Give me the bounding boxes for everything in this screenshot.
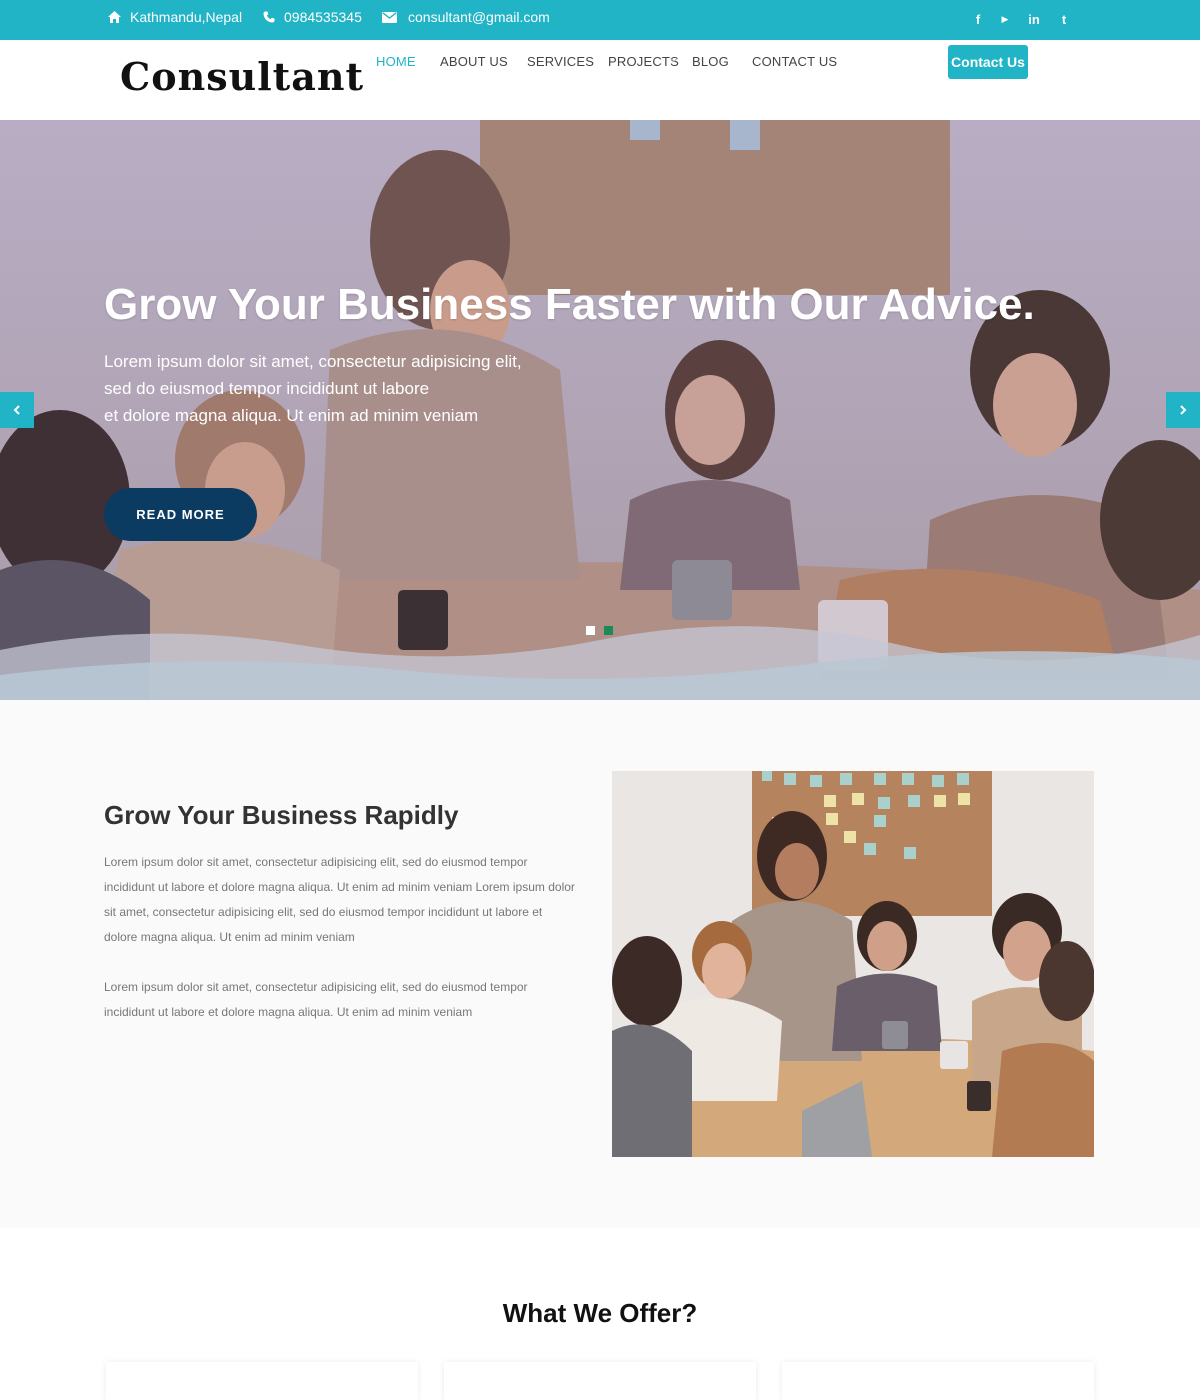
envelope-icon: [382, 11, 397, 23]
slider-dot-2[interactable]: [604, 626, 613, 635]
nav-blog[interactable]: BLOG: [692, 54, 729, 69]
team-meeting-image: [612, 771, 1094, 1157]
phone-icon: [263, 11, 275, 23]
about-paragraph-1: Lorem ipsum dolor sit amet, consectetur …: [104, 850, 592, 950]
youtube-icon[interactable]: ▶: [997, 11, 1013, 27]
hero-description-line: et dolore magna aliqua. Ut enim ad minim…: [104, 406, 479, 425]
hero-slider: Grow Your Business Faster with Our Advic…: [0, 120, 1200, 700]
nav-projects[interactable]: PROJECTS: [608, 54, 679, 69]
linkedin-icon[interactable]: in: [1026, 11, 1042, 27]
phone-text: 0984535345: [284, 9, 362, 25]
chevron-left-icon: [13, 405, 20, 415]
email-info[interactable]: consultant@gmail.com: [382, 0, 550, 34]
nav-home[interactable]: HOME: [376, 54, 416, 69]
facebook-icon[interactable]: f: [970, 11, 986, 27]
site-logo[interactable]: Consultant: [120, 54, 364, 99]
top-bar: Kathmandu,Nepal 0984535345 consultant@gm…: [0, 0, 1200, 40]
read-more-button[interactable]: READ MORE: [104, 488, 257, 541]
twitter-icon[interactable]: t: [1056, 11, 1072, 27]
paragraph-line: incididunt ut labore et dolore magna ali…: [104, 1005, 473, 1019]
slider-prev-button[interactable]: [0, 392, 34, 428]
hero-description-line: sed do eiusmod tempor incididunt ut labo…: [104, 379, 430, 398]
paragraph-line: dolore magna aliqua. Ut enim ad minim ve…: [104, 930, 355, 944]
nav-services[interactable]: SERVICES: [527, 54, 594, 69]
email-text: consultant@gmail.com: [408, 9, 550, 25]
chevron-down-icon[interactable]: [670, 57, 678, 63]
address-text: Kathmandu,Nepal: [130, 9, 243, 25]
paragraph-line: incididunt ut labore et dolore magna ali…: [104, 880, 575, 894]
address-info: Kathmandu,Nepal: [108, 0, 242, 34]
offer-heading: What We Offer?: [502, 1298, 698, 1328]
phone-info[interactable]: 0984535345: [263, 0, 362, 34]
nav-contact-us[interactable]: CONTACT US: [752, 54, 837, 69]
hero-description-line: Lorem ipsum dolor sit amet, consectetur …: [104, 352, 522, 371]
about-heading: Grow Your Business Rapidly: [104, 800, 459, 830]
slider-dot-1[interactable]: [586, 626, 595, 635]
offer-card[interactable]: [106, 1362, 418, 1400]
slider-next-button[interactable]: [1166, 392, 1200, 428]
paragraph-line: sit amet, consectetur adipisicing elit, …: [104, 905, 543, 919]
offer-card[interactable]: [444, 1362, 756, 1400]
paragraph-line: Lorem ipsum dolor sit amet, consectetur …: [104, 980, 528, 994]
nav-about-us[interactable]: ABOUT US: [440, 54, 508, 69]
about-section: Grow Your Business Rapidly Lorem ipsum d…: [0, 700, 1200, 1228]
hero-description: Lorem ipsum dolor sit amet, consectetur …: [104, 348, 564, 429]
contact-us-button[interactable]: Contact Us: [948, 45, 1028, 79]
chevron-right-icon: [1180, 405, 1187, 415]
home-icon: [108, 11, 121, 23]
site-header: Consultant HOME ABOUT US SERVICES PROJEC…: [0, 40, 1200, 120]
offer-card[interactable]: [782, 1362, 1094, 1400]
hero-title: Grow Your Business Faster with Our Advic…: [104, 280, 1035, 329]
paragraph-line: Lorem ipsum dolor sit amet, consectetur …: [104, 855, 528, 869]
about-paragraph-2: Lorem ipsum dolor sit amet, consectetur …: [104, 975, 592, 1025]
